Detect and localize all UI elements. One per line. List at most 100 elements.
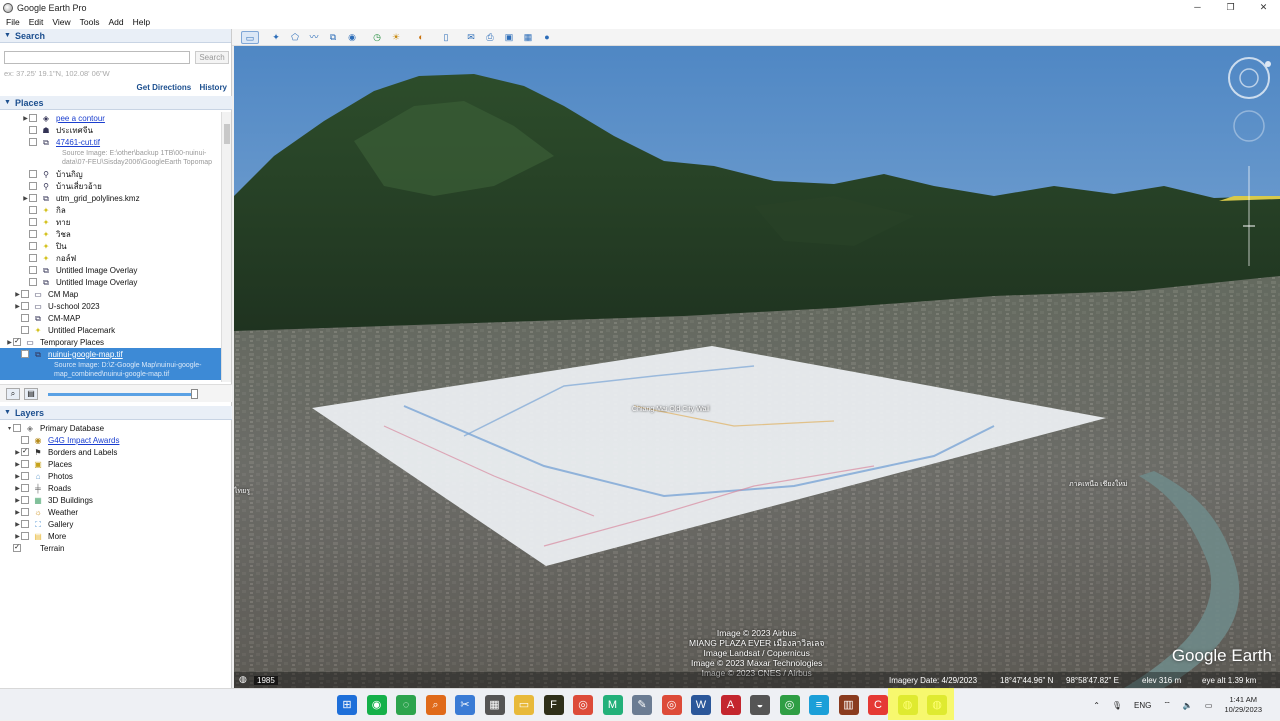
layer-item[interactable]: ◉ G4G Impact Awards xyxy=(0,434,232,446)
email-icon[interactable]: ✉ xyxy=(463,31,479,44)
layer-item[interactable]: ▶ ⛶ Gallery xyxy=(0,518,232,530)
acrobat-icon[interactable]: A xyxy=(720,695,741,715)
layer-item[interactable]: ▶ ☼ Weather xyxy=(0,506,232,518)
places-item[interactable]: ▶ ◈ pee a contour xyxy=(0,112,221,124)
expand-arrow-icon[interactable]: ▶ xyxy=(22,195,29,202)
visibility-checkbox[interactable]: ✓ xyxy=(13,338,21,346)
visibility-checkbox[interactable] xyxy=(21,314,29,322)
places-item[interactable]: ▶ ✓ ▭ Temporary Places xyxy=(0,336,221,348)
menu-help[interactable]: Help xyxy=(133,17,150,27)
snipping-tool-icon[interactable]: ✂ xyxy=(455,695,475,715)
compass-icon[interactable] xyxy=(1224,56,1274,276)
input-language[interactable]: ENG xyxy=(1134,701,1151,710)
clock[interactable]: 1:41 AM 10/29/2023 xyxy=(1224,695,1262,715)
wechat-icon[interactable]: ◌ xyxy=(396,695,416,715)
search-header[interactable]: ▼ Search xyxy=(0,29,231,43)
layer-checkbox[interactable] xyxy=(21,520,29,528)
places-item[interactable]: ✦ Untitled Placemark xyxy=(0,324,221,336)
places-item[interactable]: ✦ ปิน xyxy=(0,240,221,252)
chrome-alt-icon[interactable]: ◎ xyxy=(661,695,682,715)
minimize-button[interactable]: ─ xyxy=(1181,0,1214,15)
expand-arrow-icon[interactable]: ▶ xyxy=(14,509,21,516)
app-c-icon[interactable]: C xyxy=(868,695,888,715)
places-item[interactable]: ▶ ▭ CM Map xyxy=(0,288,221,300)
layer-checkbox[interactable] xyxy=(21,508,29,516)
visibility-checkbox[interactable] xyxy=(21,290,29,298)
visibility-checkbox[interactable] xyxy=(29,218,37,226)
layer-item[interactable]: ▶ ▤ More xyxy=(0,530,232,542)
expand-arrow-icon[interactable]: ▶ xyxy=(6,339,13,346)
places-item[interactable]: ⚲ บ้านกิญ xyxy=(0,168,221,180)
layer-item[interactable]: ▶ ╪ Roads xyxy=(0,482,232,494)
places-item[interactable]: ✦ กิล xyxy=(0,204,221,216)
places-scrollbar[interactable] xyxy=(221,112,231,382)
places-item[interactable]: ⚲ บ้านเสี่ยวอ้าย xyxy=(0,180,221,192)
notepad-icon[interactable]: ≡ xyxy=(809,695,829,715)
places-item[interactable]: ✦ วิชล xyxy=(0,228,221,240)
visibility-checkbox[interactable] xyxy=(29,194,37,202)
opacity-slider[interactable] xyxy=(48,393,198,396)
add-path-icon[interactable]: 〰 xyxy=(306,31,322,44)
menu-file[interactable]: File xyxy=(6,17,20,27)
visibility-checkbox[interactable] xyxy=(29,278,37,286)
start-icon[interactable]: ⊞ xyxy=(337,695,357,715)
expand-arrow-icon[interactable]: ▶ xyxy=(14,497,21,504)
layer-item[interactable]: ▶ ⌂ Photos xyxy=(0,470,232,482)
maximize-button[interactable]: ❐ xyxy=(1214,0,1247,15)
layer-checkbox[interactable] xyxy=(21,532,29,540)
search-places-icon[interactable]: ⌕ xyxy=(6,388,20,400)
expand-arrow-icon[interactable]: ▶ xyxy=(14,521,21,528)
places-item[interactable]: ⧉ 47461-cut.tif xyxy=(0,136,221,148)
expand-arrow-icon[interactable]: ▶ xyxy=(14,533,21,540)
layer-checkbox[interactable] xyxy=(21,484,29,492)
menu-edit[interactable]: Edit xyxy=(29,17,44,27)
file-explorer-icon[interactable]: ▭ xyxy=(514,695,534,715)
history-link[interactable]: History xyxy=(199,83,227,92)
visibility-checkbox[interactable] xyxy=(29,206,37,214)
layer-item[interactable]: ▾ ◈ Primary Database xyxy=(0,422,232,434)
word-icon[interactable]: W xyxy=(691,695,711,715)
add-polygon-icon[interactable]: ⬠ xyxy=(287,31,303,44)
battery-icon[interactable]: ▭ xyxy=(1205,701,1213,710)
ruler-icon[interactable]: ▯ xyxy=(438,31,454,44)
search-tool-icon[interactable]: ⌕ xyxy=(425,695,446,715)
calculator-icon[interactable]: ▦ xyxy=(484,695,505,715)
chrome-icon[interactable]: ◎ xyxy=(573,695,593,715)
layer-checkbox[interactable] xyxy=(13,424,21,432)
pen-tool-icon[interactable]: ✎ xyxy=(632,695,652,715)
add-placemark-icon[interactable]: ✦ xyxy=(268,31,284,44)
line-icon[interactable]: ◉ xyxy=(366,695,387,715)
historical-year[interactable]: 1985 xyxy=(254,675,278,685)
scanner-icon[interactable]: ◒ xyxy=(750,695,770,715)
layer-item[interactable]: ✓ Terrain xyxy=(0,542,232,554)
places-item[interactable]: ✦ กอล์ฟ xyxy=(0,252,221,264)
menu-tools[interactable]: Tools xyxy=(80,17,100,27)
layer-item[interactable]: ▶ ✓ ⚑ Borders and Labels xyxy=(0,446,232,458)
places-item[interactable]: ✓ ⧉ nuinui-google-map.tif xyxy=(0,348,221,360)
expand-arrow-icon[interactable]: ▶ xyxy=(14,461,21,468)
visibility-checkbox[interactable] xyxy=(21,326,29,334)
layer-checkbox[interactable]: ✓ xyxy=(21,448,29,456)
places-item[interactable]: ⧉ CM-MAP xyxy=(0,312,221,324)
microphone-icon[interactable]: 🎙 xyxy=(1112,701,1122,710)
visibility-checkbox[interactable] xyxy=(29,170,37,178)
places-item[interactable]: ⧉ Untitled Image Overlay xyxy=(0,264,221,276)
places-item[interactable]: ✦ ทาย xyxy=(0,216,221,228)
layers-header[interactable]: ▼ Layers xyxy=(0,406,232,420)
menu-view[interactable]: View xyxy=(52,17,70,27)
app-m-icon[interactable]: M xyxy=(602,695,623,715)
visibility-checkbox[interactable] xyxy=(29,242,37,250)
expand-arrow-icon[interactable]: ▶ xyxy=(14,291,21,298)
planets-icon[interactable]: ◐ xyxy=(413,31,429,44)
layer-checkbox[interactable] xyxy=(21,472,29,480)
menu-add[interactable]: Add xyxy=(108,17,123,27)
earth-viewer[interactable]: Chiang Mai Old City Wall ภาคเหนือ เชียงใ… xyxy=(234,46,1280,688)
sidebar-toggle-icon[interactable]: ▭ xyxy=(241,30,259,44)
wifi-icon[interactable]: ⌔ xyxy=(1163,700,1171,710)
record-tour-icon[interactable]: ◉ xyxy=(344,31,360,44)
scrollbar-thumb[interactable] xyxy=(224,124,230,144)
save-image-icon[interactable]: ▣ xyxy=(501,31,517,44)
layer-checkbox[interactable] xyxy=(21,436,29,444)
sunlight-icon[interactable]: ☀ xyxy=(388,31,404,44)
visibility-checkbox[interactable] xyxy=(29,126,37,134)
